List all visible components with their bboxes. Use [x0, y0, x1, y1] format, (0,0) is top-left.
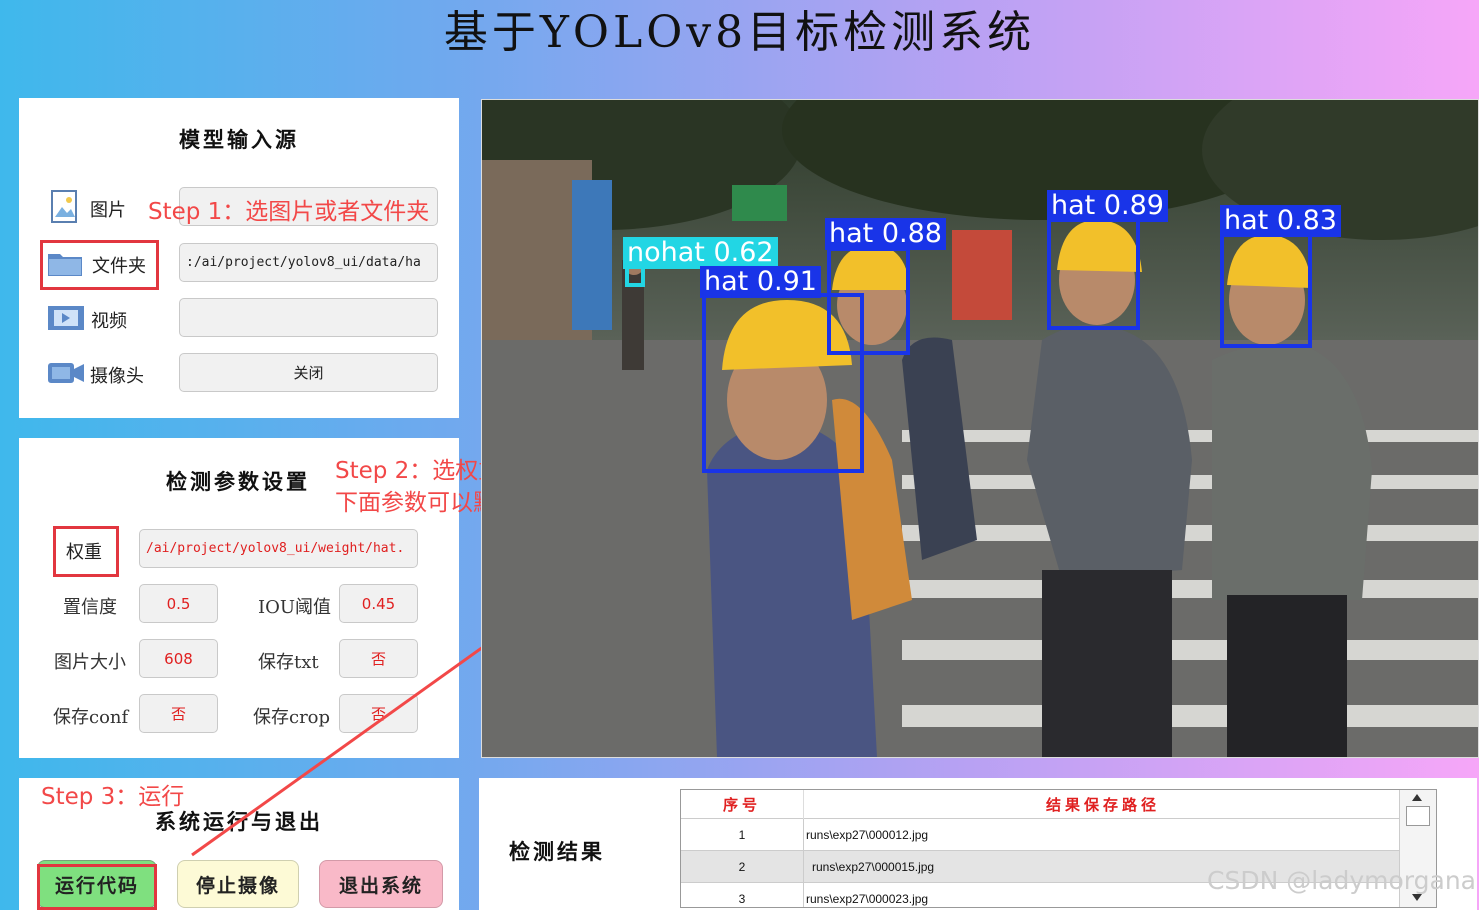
column-header-path[interactable]: 结果保存路径: [803, 790, 1403, 819]
detection-label-nohat: nohat 0.62: [623, 237, 778, 269]
row-path: runs\exp27\000012.jpg: [803, 818, 1403, 851]
detection-image: nohat 0.62 hat 0.91 hat 0.88 hat 0.89 ha…: [481, 99, 1479, 758]
detection-label-hat-4: hat 0.83: [1220, 205, 1341, 237]
watermark: CSDN @ladymorgana: [1207, 866, 1476, 895]
row-index: 2: [681, 850, 804, 883]
scroll-thumb[interactable]: [1406, 806, 1430, 826]
row-index: 3: [681, 882, 804, 907]
detection-label-hat-3: hat 0.89: [1047, 190, 1168, 222]
table-row[interactable]: 1 runs\exp27\000012.jpg: [681, 818, 1436, 851]
detection-label-hat-1: hat 0.91: [700, 266, 821, 298]
results-title: 检测结果: [509, 839, 605, 864]
row-index: 1: [681, 818, 804, 851]
detection-label-hat-2: hat 0.88: [825, 218, 946, 250]
column-header-index[interactable]: 序号: [681, 790, 804, 819]
detection-box-hat-4: [1220, 233, 1312, 348]
scroll-up-icon[interactable]: [1412, 794, 1422, 801]
scroll-down-icon[interactable]: [1412, 894, 1422, 901]
detection-box-hat-2: [827, 247, 910, 355]
results-header-row: 序号 结果保存路径: [681, 790, 1436, 819]
detection-box-hat-3: [1047, 218, 1140, 330]
